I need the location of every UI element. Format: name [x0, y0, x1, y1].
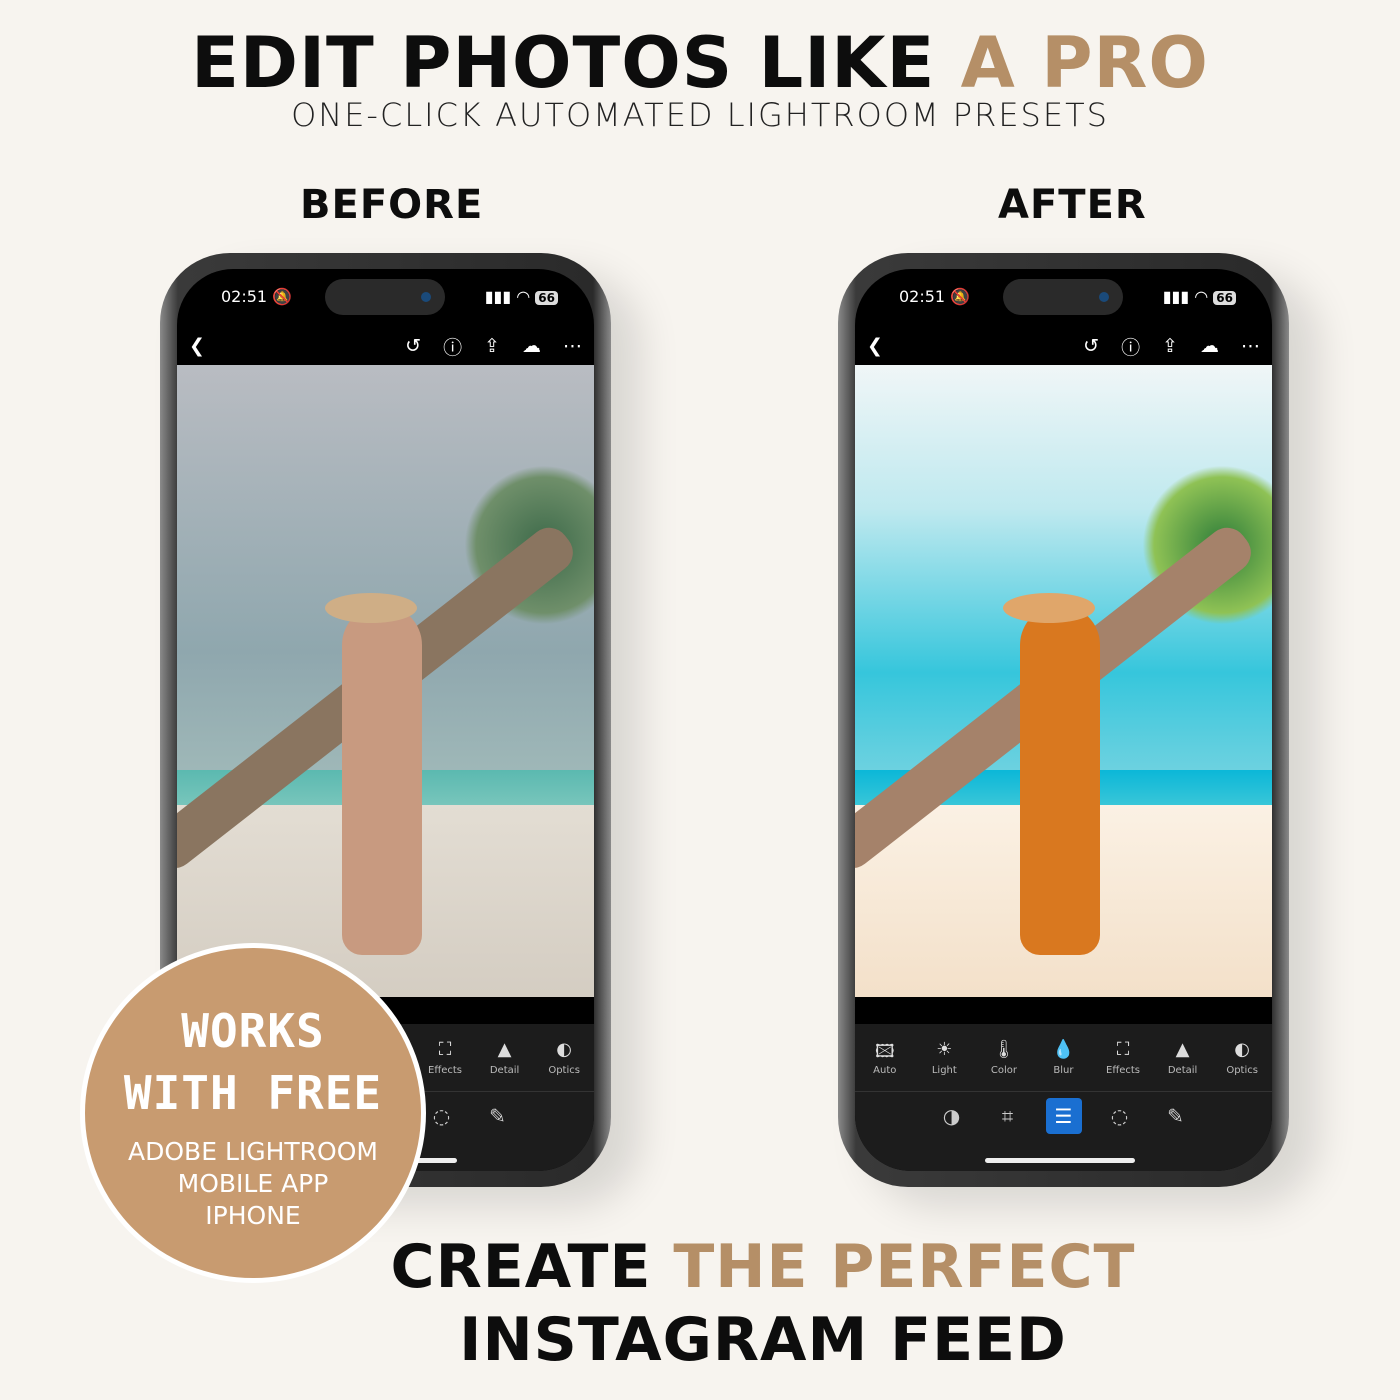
tool-label: Effects — [1106, 1065, 1141, 1076]
tool-label: Optics — [1226, 1065, 1258, 1076]
badge-line5: IPHONE — [205, 1201, 301, 1230]
status-time: 02:51 — [899, 286, 946, 306]
back-icon[interactable]: ❮ — [189, 335, 205, 357]
help-icon[interactable]: ⓘ — [443, 333, 462, 360]
badge-line4: MOBILE APP — [177, 1169, 329, 1198]
badge-line3: ADOBE LIGHTROOM — [128, 1137, 378, 1166]
share-icon[interactable]: ⇪ — [484, 335, 500, 357]
tool-blur[interactable]: 💧 Blur — [1037, 1039, 1089, 1076]
masking-icon[interactable]: ◑ — [934, 1098, 970, 1134]
optics-icon: ◐ — [1234, 1039, 1251, 1060]
after-phone: 02:51 🔕 ▮▮▮ ◠ 66 ❮ ↺ ⓘ ⇪ ☁ ⋯ 🖾 Auto ☀ Light… — [838, 253, 1289, 1187]
tool-label: Blur — [1053, 1065, 1074, 1076]
cloud-sync-icon[interactable]: ☁ — [1200, 335, 1219, 357]
footer-accent: THE PERFECT — [673, 1232, 1136, 1302]
tool-label: Effects — [428, 1065, 463, 1076]
tool-label: Optics — [548, 1065, 580, 1076]
footer-line1: CREATE THE PERFECT — [63, 1232, 1400, 1302]
status-bar: 02:51 🔕 ▮▮▮ ◠ 66 — [221, 286, 558, 306]
auto-icon: 🖾 — [874, 1041, 895, 1062]
subtitle: ONE-CLICK AUTOMATED LIGHTROOM PRESETS — [291, 96, 1109, 134]
tool-optics[interactable]: ◐ Optics — [538, 1039, 590, 1076]
light-icon: ☀ — [936, 1039, 953, 1060]
healing-icon[interactable]: ✎ — [1158, 1098, 1194, 1134]
signal-icon: ▮▮▮ — [484, 286, 512, 306]
before-label: BEFORE — [300, 182, 484, 228]
after-photo — [855, 365, 1272, 997]
tool-light[interactable]: ☀ Light — [918, 1039, 970, 1076]
silent-bell-icon: 🔕 — [950, 286, 971, 306]
tool-label: Detail — [1167, 1065, 1198, 1076]
tool-label: Light — [931, 1065, 957, 1076]
cloud-sync-icon[interactable]: ☁ — [522, 335, 541, 357]
badge-line1: WORKS — [181, 1004, 325, 1058]
headline-accent: A PRO — [960, 22, 1209, 104]
more-icon[interactable]: ⋯ — [1241, 335, 1260, 357]
phone-screen: 02:51 🔕 ▮▮▮ ◠ 66 ❮ ↺ ⓘ ⇪ ☁ ⋯ 🖾 Auto ☀ Light… — [855, 269, 1272, 1171]
status-bar: 02:51 🔕 ▮▮▮ ◠ 66 — [899, 286, 1236, 306]
tool-detail[interactable]: ▲ Detail — [479, 1039, 531, 1076]
badge-line2: WITH FREE — [123, 1066, 383, 1120]
tool-optics[interactable]: ◐ Optics — [1216, 1039, 1268, 1076]
more-icon[interactable]: ⋯ — [563, 335, 582, 357]
tool-detail[interactable]: ▲ Detail — [1157, 1039, 1209, 1076]
edit-tools-bar: 🖾 Auto ☀ Light 🌡 Color 💧 Blur ⛶ Effects ▲ Detail ◐ Op… — [855, 1024, 1272, 1092]
lightroom-topbar: ❮ ↺ ⓘ ⇪ ☁ ⋯ — [867, 331, 1260, 361]
footer-line2: INSTAGRAM FEED — [459, 1305, 1067, 1375]
battery-icon: 66 — [1213, 290, 1236, 305]
wifi-icon: ◠ — [516, 286, 531, 306]
adjust-sliders-icon[interactable]: ☰ — [1045, 1098, 1082, 1134]
home-indicator — [985, 1158, 1135, 1163]
tool-auto[interactable]: 🖾 Auto — [859, 1039, 911, 1076]
headline-main: EDIT PHOTOS LIKE — [191, 22, 961, 104]
crop-icon[interactable]: ⌗ — [990, 1098, 1026, 1134]
effects-icon: ⛶ — [1116, 1039, 1130, 1060]
help-icon[interactable]: ⓘ — [1121, 333, 1140, 360]
status-time: 02:51 — [221, 286, 268, 306]
history-icon[interactable]: ↺ — [1083, 335, 1099, 357]
footer-main: CREATE — [390, 1232, 674, 1302]
effects-icon: ⛶ — [438, 1039, 452, 1060]
tool-effects[interactable]: ⛶ Effects — [419, 1039, 471, 1076]
history-icon[interactable]: ↺ — [405, 335, 421, 357]
back-icon[interactable]: ❮ — [867, 335, 883, 357]
lightroom-topbar: ❮ ↺ ⓘ ⇪ ☁ ⋯ — [189, 331, 582, 361]
before-photo — [177, 365, 594, 997]
tool-label: Color — [990, 1065, 1017, 1076]
selective-icon[interactable]: ◌ — [424, 1098, 460, 1134]
after-label: AFTER — [998, 182, 1147, 228]
blur-icon: 💧 — [1052, 1039, 1075, 1060]
detail-icon: ▲ — [1175, 1039, 1190, 1060]
signal-icon: ▮▮▮ — [1162, 286, 1190, 306]
optics-icon: ◐ — [556, 1039, 573, 1060]
tool-label: Detail — [489, 1065, 520, 1076]
selective-icon[interactable]: ◌ — [1102, 1098, 1138, 1134]
share-icon[interactable]: ⇪ — [1162, 335, 1178, 357]
tool-label: Auto — [873, 1065, 897, 1076]
battery-icon: 66 — [535, 290, 558, 305]
wifi-icon: ◠ — [1194, 286, 1209, 306]
tool-color[interactable]: 🌡 Color — [978, 1039, 1030, 1076]
headline: EDIT PHOTOS LIKE A PRO — [0, 22, 1400, 104]
silent-bell-icon: 🔕 — [272, 286, 293, 306]
tool-effects[interactable]: ⛶ Effects — [1097, 1039, 1149, 1076]
healing-icon[interactable]: ✎ — [480, 1098, 516, 1134]
detail-icon: ▲ — [497, 1039, 512, 1060]
color-icon: 🌡 — [992, 1039, 1016, 1060]
